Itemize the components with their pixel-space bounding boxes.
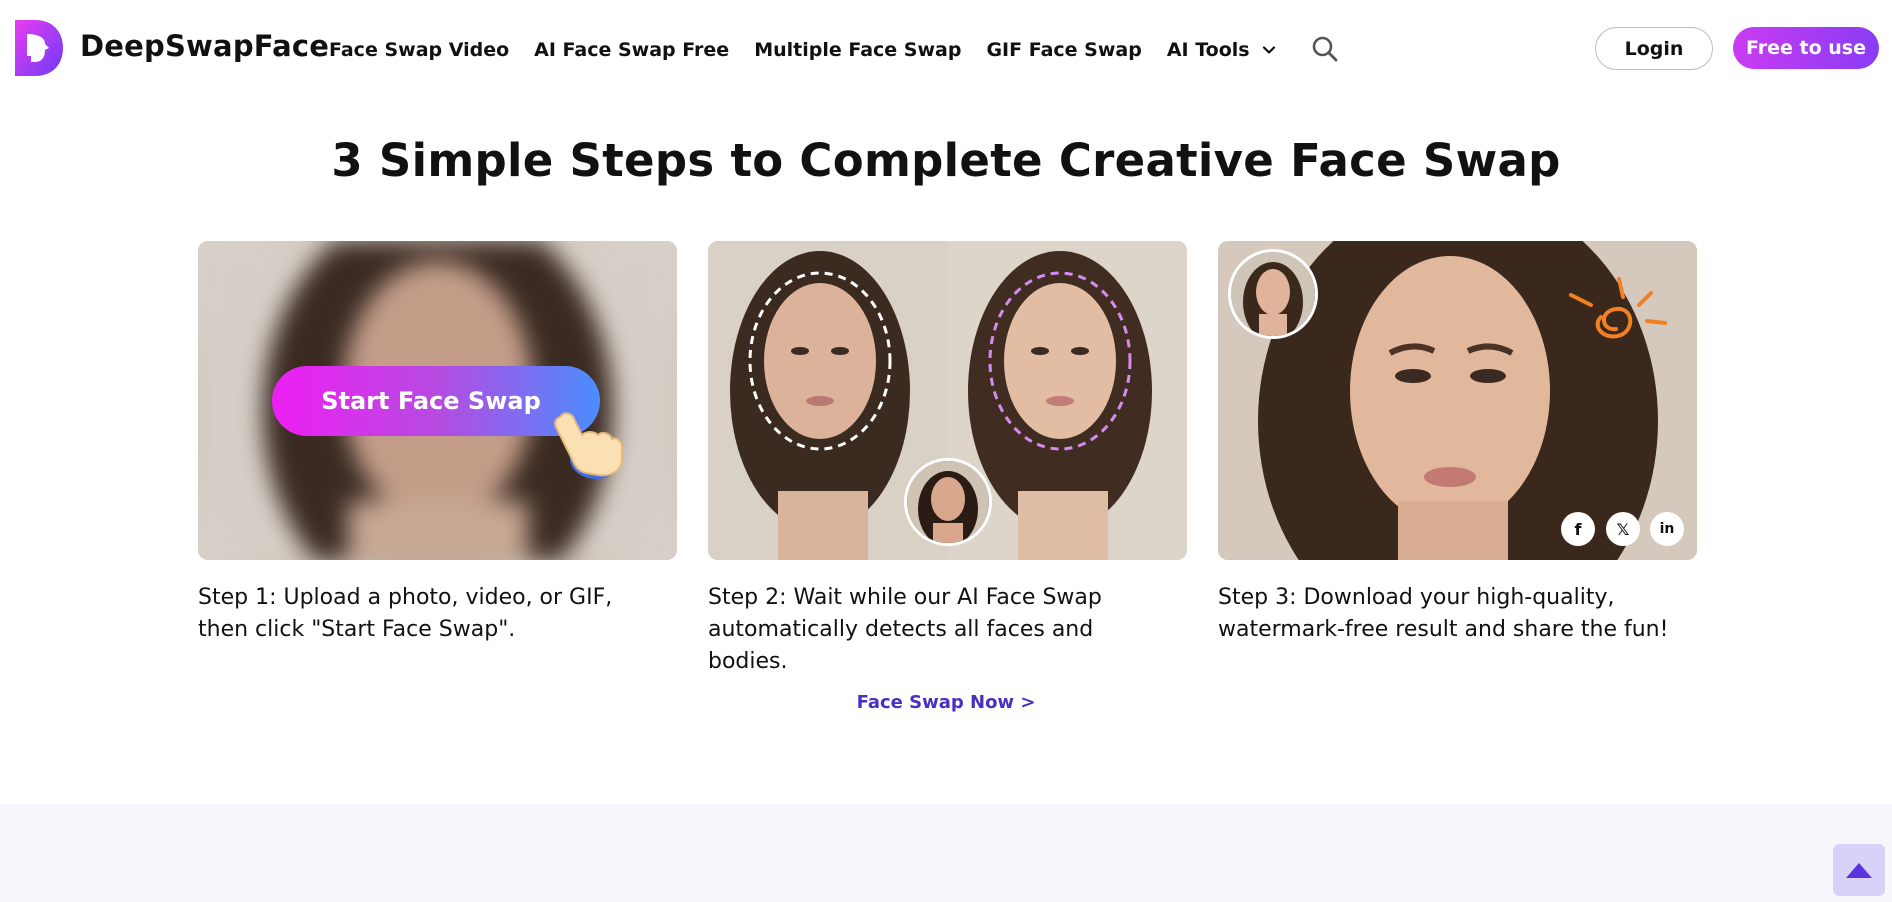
pointing-hand-icon: [554, 412, 623, 479]
step-2-image: [708, 241, 1187, 560]
source-face-image: [907, 461, 989, 543]
step-3-image: f 𝕏 in: [1218, 241, 1697, 560]
face-swap-now-link: Face Swap Now >: [0, 692, 1892, 713]
chevron-down-icon: [1262, 46, 1275, 54]
scroll-to-top-button[interactable]: [1833, 844, 1885, 896]
brand-name[interactable]: DeepSwapFace: [80, 29, 329, 63]
step-2-text: Step 2: Wait while our AI Face Swap auto…: [708, 585, 1102, 674]
next-section-background: [0, 804, 1892, 902]
facebook-icon[interactable]: f: [1561, 512, 1595, 546]
main-nav: Face Swap Video AI Face Swap Free Multip…: [329, 35, 1339, 63]
login-button[interactable]: Login: [1595, 27, 1713, 70]
arrow-up-icon: [1846, 863, 1872, 878]
sparkle-doodle-icon: [1569, 277, 1667, 339]
nav-ai-face-swap-free[interactable]: AI Face Swap Free: [534, 39, 729, 61]
face-swap-now-link-text[interactable]: Face Swap Now >: [857, 692, 1036, 713]
step-3-text: Step 3: Download your high-quality, wate…: [1218, 585, 1669, 642]
nav-multiple-face-swap[interactable]: Multiple Face Swap: [754, 39, 961, 61]
x-icon[interactable]: 𝕏: [1606, 512, 1640, 546]
search-icon[interactable]: [1311, 35, 1339, 63]
result-face-image: [1231, 252, 1315, 336]
nav-face-swap-video[interactable]: Face Swap Video: [329, 39, 509, 61]
site-header: DeepSwapFace Face Swap Video AI Face Swa…: [0, 0, 1892, 98]
deepswapface-logo-icon[interactable]: [15, 20, 63, 76]
step-1-image: Start Face Swap: [198, 241, 677, 560]
section-title: 3 Simple Steps to Complete Creative Face…: [331, 134, 1561, 187]
result-face-avatar: [1228, 249, 1318, 339]
free-to-use-button[interactable]: Free to use: [1733, 27, 1879, 69]
nav-gif-face-swap[interactable]: GIF Face Swap: [986, 39, 1141, 61]
step-1-text: Step 1: Upload a photo, video, or GIF, t…: [198, 585, 613, 642]
source-face-avatar: [904, 458, 992, 546]
nav-ai-tools[interactable]: AI Tools: [1167, 39, 1276, 61]
nav-ai-tools-label: AI Tools: [1166, 39, 1250, 61]
linkedin-icon[interactable]: in: [1650, 512, 1684, 546]
